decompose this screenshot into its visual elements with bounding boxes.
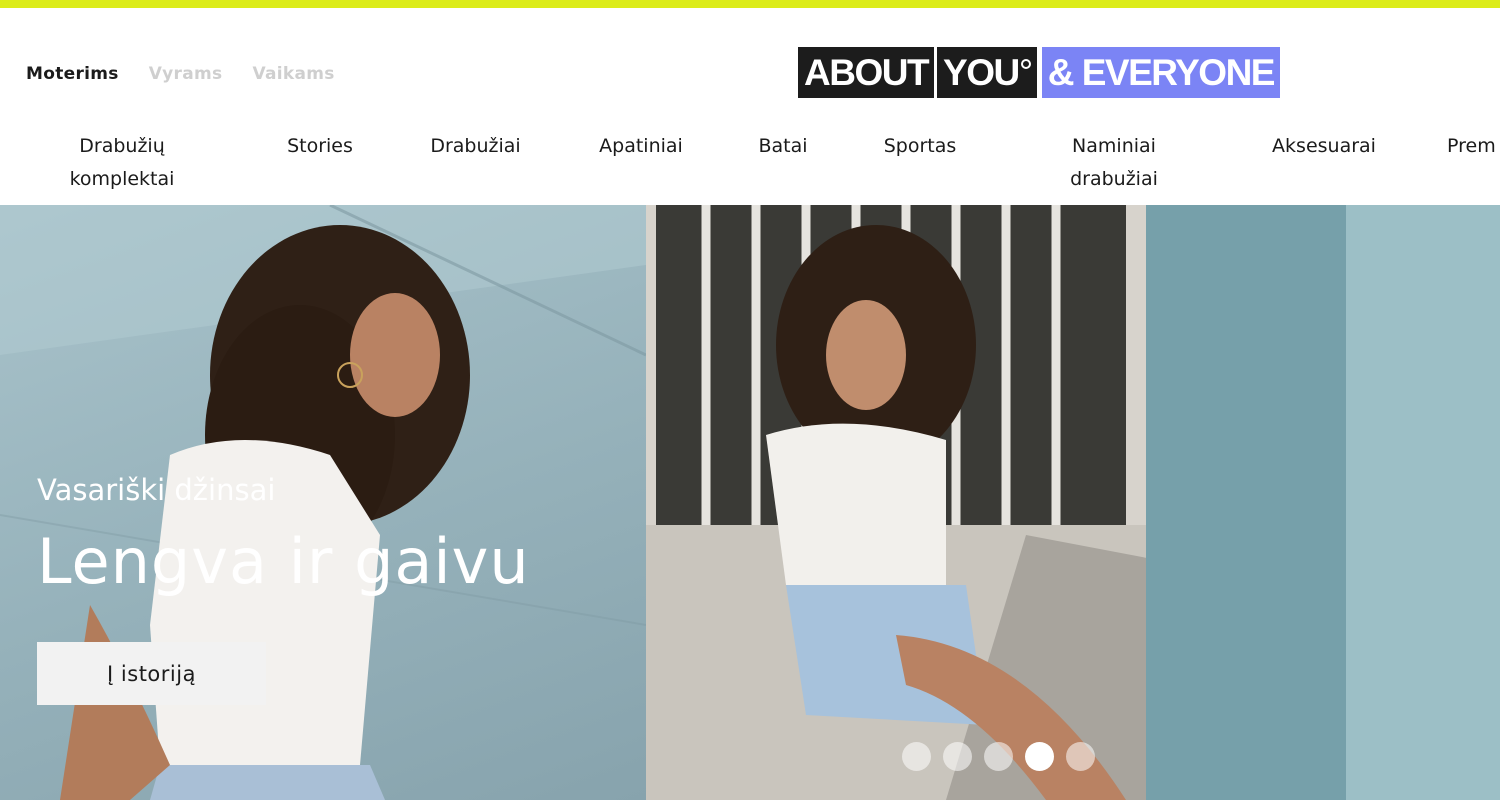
gender-tab-vaikams[interactable]: Vaikams	[252, 64, 334, 84]
carousel-dot-1[interactable]	[902, 742, 931, 771]
category-apatiniai[interactable]: Apatiniai	[586, 130, 696, 163]
gender-tab-moterims[interactable]: Moterims	[26, 64, 119, 84]
carousel-dot-5[interactable]	[1066, 742, 1095, 771]
category-drabuziai[interactable]: Drabužiai	[418, 130, 533, 163]
gender-tab-vyrams[interactable]: Vyrams	[149, 64, 223, 84]
top-accent-bar	[0, 0, 1500, 8]
model-illustration-right	[646, 205, 1500, 800]
category-aksesuarai[interactable]: Aksesuarai	[1258, 130, 1390, 163]
category-stories[interactable]: Stories	[275, 130, 365, 163]
category-naminiai-drabuziai[interactable]: Naminiai drabužiai	[1054, 130, 1174, 196]
logo-about: ABOUT	[798, 47, 935, 98]
hero-image-right	[646, 205, 1500, 800]
category-drabuziu-komplektai[interactable]: Drabužių komplektai	[58, 130, 186, 196]
category-sportas[interactable]: Sportas	[870, 130, 970, 163]
carousel-dot-2[interactable]	[943, 742, 972, 771]
hero-title: Lengva ir gaivu	[37, 525, 530, 598]
carousel-dot-4[interactable]	[1025, 742, 1054, 771]
hero-image-left: Vasariški džinsai Lengva ir gaivu Į isto…	[0, 205, 646, 800]
hero-subtitle: Vasariški džinsai	[37, 473, 276, 507]
hero-carousel: Vasariški džinsai Lengva ir gaivu Į isto…	[0, 205, 1500, 800]
category-batai[interactable]: Batai	[748, 130, 818, 163]
category-nav: Drabužių komplektai Stories Drabužiai Ap…	[0, 130, 1500, 200]
logo-you: YOU	[937, 47, 1037, 98]
hero-story-button[interactable]: Į istoriją	[37, 642, 266, 705]
category-premium[interactable]: Prem	[1447, 130, 1500, 163]
carousel-dot-3[interactable]	[984, 742, 1013, 771]
gender-nav: Moterims Vyrams Vaikams	[26, 64, 335, 84]
logo-ring-icon	[1020, 58, 1031, 69]
logo-everyone: & EVERYONE	[1041, 47, 1280, 98]
about-you-logo[interactable]: ABOUT YOU & EVERYONE	[798, 47, 1280, 98]
carousel-dots	[902, 742, 1095, 771]
